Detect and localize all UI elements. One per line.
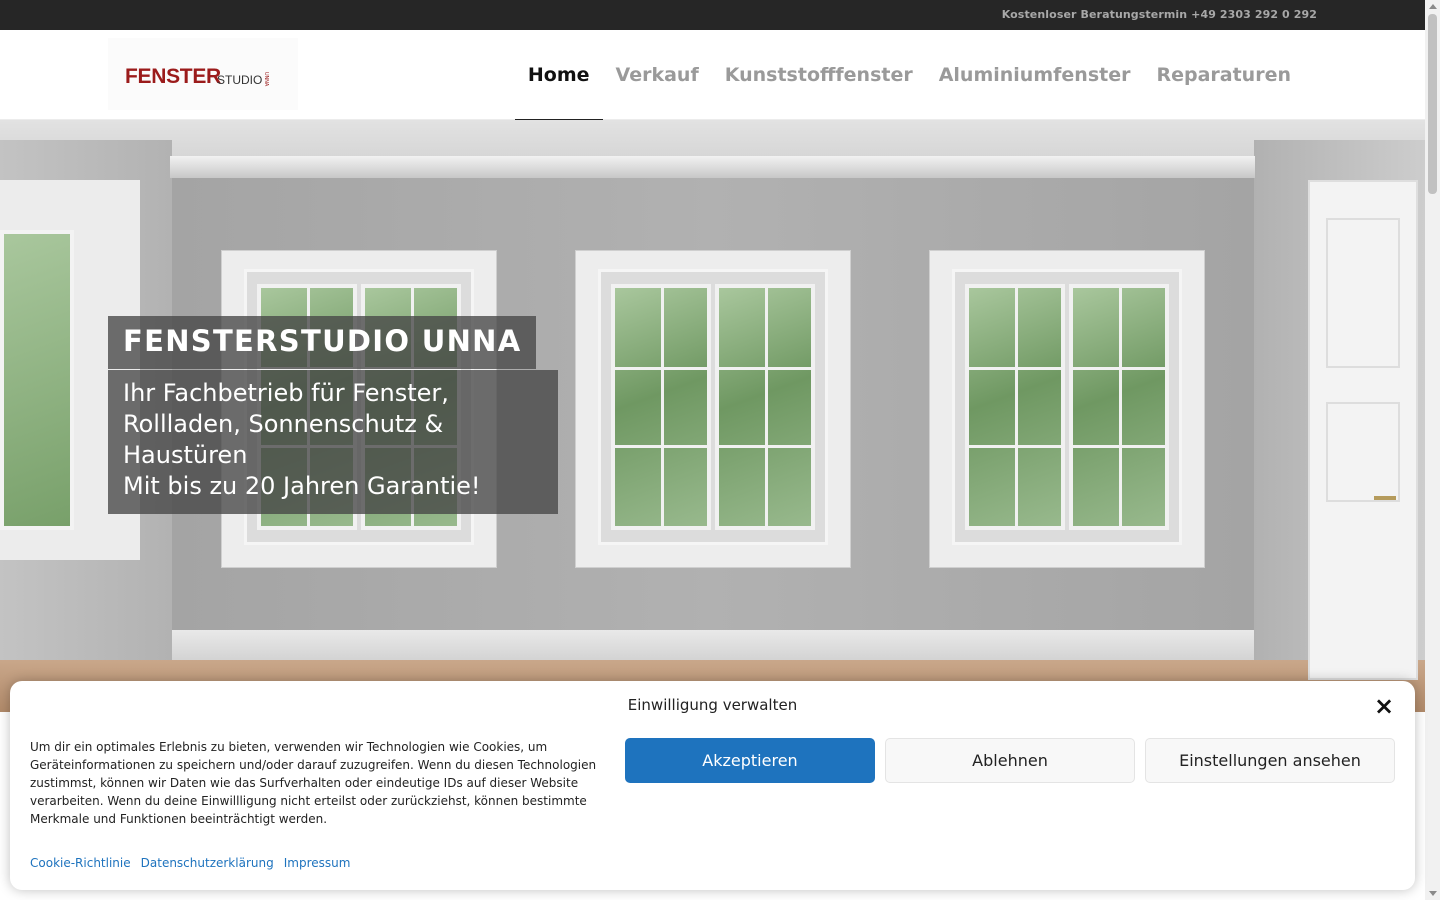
hero-subtitle-box: Ihr Fachbetrieb für Fenster, Rollladen, …: [108, 370, 558, 514]
page-scrollbar[interactable]: [1425, 0, 1440, 900]
cookie-banner-links: Cookie-Richtlinie Datenschutzerklärung I…: [30, 856, 350, 870]
site-header: FENSTER STUDIO UNNA Home Verkauf Kunstst…: [0, 30, 1425, 121]
accept-button[interactable]: Akzeptieren: [625, 738, 875, 783]
cookie-consent-banner: Einwilligung verwalten × Um dir ein opti…: [10, 681, 1415, 890]
hero-subtitle-line: Haustüren: [123, 441, 248, 469]
hero-image-molding: [170, 156, 1255, 178]
cookie-banner-title: Einwilligung verwalten: [627, 696, 798, 714]
hero-title-box: FENSTERSTUDIO UNNA: [108, 316, 537, 369]
logo-tag-text: UNNA: [263, 72, 269, 87]
nav-item-reparaturen[interactable]: Reparaturen: [1143, 30, 1304, 120]
site-logo[interactable]: FENSTER STUDIO UNNA: [108, 38, 298, 110]
privacy-policy-link[interactable]: Datenschutzerklärung: [141, 856, 274, 870]
nav-item-verkauf[interactable]: Verkauf: [603, 30, 712, 120]
hero-image-window: [575, 250, 851, 568]
close-icon[interactable]: ×: [1373, 694, 1395, 718]
nav-item-kunststofffenster[interactable]: Kunststofffenster: [712, 30, 926, 120]
logo-main-text: FENSTER: [125, 65, 221, 88]
scroll-down-arrow-icon[interactable]: [1429, 891, 1437, 896]
contact-info[interactable]: Kostenloser Beratungstermin +49 2303 292…: [1002, 8, 1317, 21]
cookie-banner-text: Um dir ein optimales Erlebnis zu bieten,…: [30, 740, 597, 826]
scroll-thumb[interactable]: [1428, 14, 1437, 194]
logo-sub-text: STUDIO: [217, 73, 263, 87]
hero-image-door: [1308, 180, 1418, 680]
main-nav: Home Verkauf Kunststofffenster Aluminium…: [514, 30, 1304, 121]
top-bar: Kostenloser Beratungstermin +49 2303 292…: [0, 0, 1425, 30]
cookie-policy-link[interactable]: Cookie-Richtlinie: [30, 856, 131, 870]
hero-subtitle-line: Rollladen, Sonnenschutz &: [123, 410, 444, 438]
deny-button[interactable]: Ablehnen: [885, 738, 1135, 783]
hero-subtitle-line: Ihr Fachbetrieb für Fenster,: [123, 379, 449, 407]
hero-section: FENSTERSTUDIO UNNA Ihr Fachbetrieb für F…: [0, 120, 1425, 712]
hero-title: FENSTERSTUDIO UNNA: [123, 324, 522, 358]
view-settings-button[interactable]: Einstellungen ansehen: [1145, 738, 1395, 783]
scroll-up-arrow-icon[interactable]: [1429, 4, 1437, 9]
nav-item-aluminiumfenster[interactable]: Aluminiumfenster: [926, 30, 1144, 120]
hero-image-window: [929, 250, 1205, 568]
imprint-link[interactable]: Impressum: [284, 856, 351, 870]
hero-subtitle-line: Mit bis zu 20 Jahren Garantie!: [123, 472, 481, 500]
nav-item-home[interactable]: Home: [514, 30, 603, 121]
